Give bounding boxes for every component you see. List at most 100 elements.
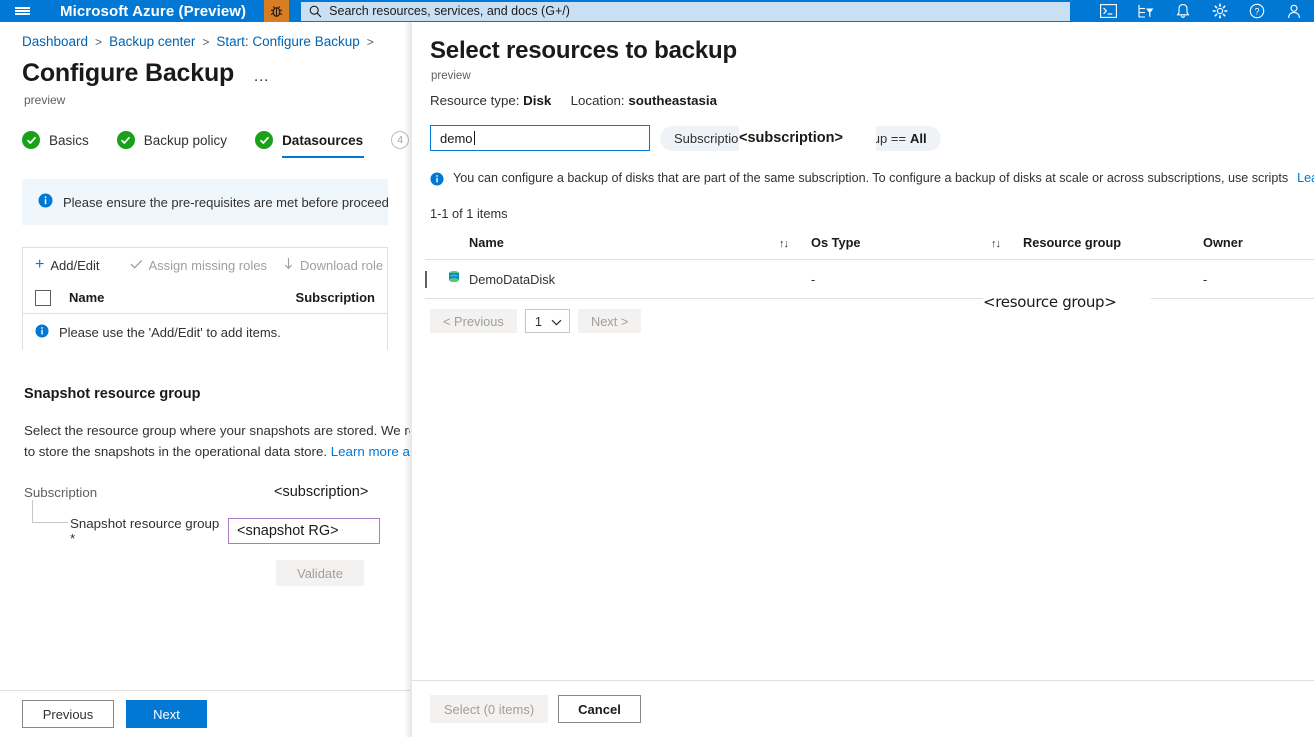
select-resources-footer: Select (0 items) Cancel: [412, 680, 1314, 737]
datasources-column-subscription: Subscription: [296, 290, 375, 305]
resources-table: Name ↑↓ Os Type ↑↓ Resource group Owner: [425, 231, 1314, 299]
previous-page-button[interactable]: < Previous: [430, 309, 517, 333]
settings-gear-icon[interactable]: [1201, 0, 1238, 22]
tree-connector-icon: [32, 500, 68, 523]
previous-button[interactable]: Previous: [22, 700, 114, 728]
page-number-value: 1: [535, 314, 542, 329]
cancel-button[interactable]: Cancel: [558, 695, 641, 723]
filters-row: demo Subscription = <subscription> Resou…: [412, 108, 1314, 151]
subscription-info-learn-more-link[interactable]: Learn More: [1297, 171, 1314, 185]
header-icon-cell: [447, 231, 469, 260]
wizard-step-label: Backup policy: [144, 133, 227, 148]
sort-os-type-cell[interactable]: ↑↓: [991, 231, 1023, 260]
sort-name-cell[interactable]: ↑↓: [779, 231, 811, 260]
resource-type-value: Disk: [523, 93, 551, 108]
page-preview-label: preview: [0, 88, 410, 107]
info-circle-icon: [430, 172, 444, 189]
breadcrumb-item-dashboard[interactable]: Dashboard: [22, 34, 88, 49]
resources-table-header-row: Name ↑↓ Os Type ↑↓ Resource group Owner: [425, 231, 1314, 260]
chevron-down-icon: [551, 314, 562, 329]
app-root: Microsoft Azure (Preview) Search resourc…: [0, 0, 1314, 737]
azure-brand-title[interactable]: Microsoft Azure (Preview): [44, 3, 264, 20]
add-edit-button[interactable]: + Add/Edit: [35, 257, 116, 273]
sort-arrows-icon: ↑↓: [991, 238, 1000, 250]
row-name-cell: DemoDataDisk: [469, 260, 811, 299]
validate-button[interactable]: Validate: [276, 560, 364, 586]
subscription-info-banner: You can configure a backup of disks that…: [412, 151, 1314, 189]
subscription-filter-value: <subscription>: [739, 125, 876, 152]
breadcrumb-item-start-configure-backup[interactable]: Start: Configure Backup: [216, 34, 359, 49]
assign-missing-roles-button[interactable]: Assign missing roles: [130, 258, 284, 273]
check-icon: [130, 258, 143, 273]
row-resource-group-value: <resource group>: [983, 268, 1151, 318]
hamburger-menu-icon[interactable]: [0, 0, 44, 22]
header-checkbox-cell: [425, 231, 447, 260]
help-question-icon[interactable]: ?: [1238, 0, 1275, 22]
column-resource-group[interactable]: Resource group: [1023, 231, 1203, 260]
sort-arrows-icon: ↑↓: [779, 238, 788, 250]
select-items-button[interactable]: Select (0 items): [430, 695, 548, 723]
cloud-shell-icon[interactable]: [1090, 0, 1127, 22]
account-person-icon[interactable]: [1275, 0, 1312, 22]
datasources-card: + Add/Edit Assign missing roles Download…: [22, 247, 388, 350]
wizard-steps: Basics Backup policy Datasources 4: [0, 107, 410, 149]
snapshot-learn-more-link[interactable]: Learn more ab: [331, 444, 410, 459]
search-icon: [309, 5, 322, 18]
validate-row: Validate: [0, 546, 410, 586]
global-search-input[interactable]: Search resources, services, and docs (G+…: [301, 2, 1070, 21]
breadcrumb-separator-icon: >: [367, 35, 374, 49]
wizard-step-datasources[interactable]: Datasources: [255, 131, 363, 149]
table-row[interactable]: DemoDataDisk - -: [425, 260, 1314, 299]
topbar-icon-group: ?: [1090, 0, 1314, 22]
wizard-step-backup-policy[interactable]: Backup policy: [117, 131, 227, 149]
download-role-button[interactable]: Download role: [283, 257, 399, 273]
wizard-step-basics[interactable]: Basics: [22, 131, 89, 149]
page-number-select[interactable]: 1: [525, 309, 570, 333]
more-options-ellipsis-icon[interactable]: …: [250, 68, 273, 86]
breadcrumb-item-backup-center[interactable]: Backup center: [109, 34, 195, 49]
resource-search-value: demo: [440, 131, 473, 146]
page-title-row: Configure Backup …: [0, 49, 410, 88]
snapshot-rg-input[interactable]: <snapshot RG>: [228, 518, 380, 544]
text-caret: [474, 131, 475, 145]
snapshot-resource-group-heading: Snapshot resource group: [0, 350, 410, 402]
next-page-button[interactable]: Next >: [578, 309, 641, 333]
location-label: Location:: [571, 93, 625, 108]
check-circle-icon: [255, 131, 273, 149]
subscription-filter[interactable]: Subscription = <subscription>: [660, 126, 771, 151]
check-circle-icon: [117, 131, 135, 149]
directory-filter-icon[interactable]: [1127, 0, 1164, 22]
datasources-table-header: Name Subscription: [23, 282, 387, 314]
plus-icon: +: [35, 257, 44, 273]
datasources-empty-message: Please use the 'Add/Edit' to add items.: [23, 314, 387, 350]
azure-top-bar: Microsoft Azure (Preview) Search resourc…: [0, 0, 1314, 22]
next-button[interactable]: Next: [126, 700, 207, 728]
resource-search-input[interactable]: demo: [430, 125, 650, 151]
configure-backup-blade: Dashboard > Backup center > Start: Confi…: [0, 22, 410, 737]
row-select-checkbox[interactable]: [425, 271, 427, 288]
page-title: Configure Backup: [22, 59, 234, 88]
column-name[interactable]: Name: [469, 231, 779, 260]
wizard-step-4[interactable]: 4: [391, 131, 409, 149]
info-circle-icon: [38, 193, 53, 211]
row-checkbox-cell: [425, 260, 447, 299]
pagination-controls: < Previous 1 Next >: [412, 299, 1314, 333]
column-owner[interactable]: Owner: [1203, 231, 1314, 260]
download-role-label: Download role: [300, 258, 383, 273]
datasources-column-name: Name: [69, 290, 296, 305]
snapshot-subscription-label: Subscription: [24, 485, 274, 500]
breadcrumb: Dashboard > Backup center > Start: Confi…: [0, 22, 410, 49]
select-all-checkbox[interactable]: [35, 290, 51, 306]
bug-icon[interactable]: [264, 0, 289, 22]
breadcrumb-separator-icon: >: [95, 35, 102, 49]
column-os-type[interactable]: Os Type: [811, 231, 991, 260]
check-circle-icon: [22, 131, 40, 149]
prerequisites-info-text: Please ensure the pre-requisites are met…: [63, 195, 388, 210]
breadcrumb-separator-icon: >: [202, 35, 209, 49]
notifications-bell-icon[interactable]: [1164, 0, 1201, 22]
snapshot-subscription-row: Subscription <subscription>: [0, 462, 410, 500]
row-icon-cell: [447, 260, 469, 299]
download-arrow-icon: [283, 257, 294, 273]
snapshot-subscription-value: <subscription>: [274, 484, 368, 500]
select-resources-preview-label: preview: [412, 65, 1314, 82]
